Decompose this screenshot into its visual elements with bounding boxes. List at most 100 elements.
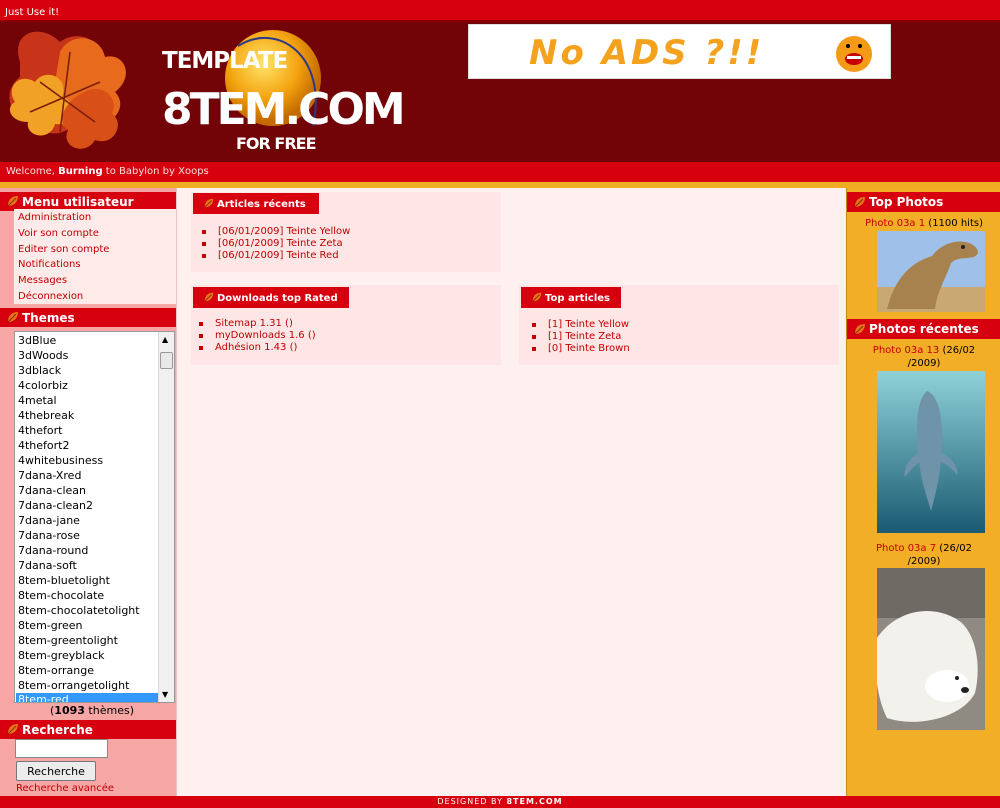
downloads-title: Downloads top Rated: [217, 293, 338, 304]
theme-option[interactable]: 8tem-bluetolight: [18, 574, 158, 589]
menu-item-voir-compte[interactable]: Voir son compte: [18, 228, 99, 239]
theme-option[interactable]: 8tem-orrange: [18, 664, 158, 679]
site-footer: DESIGNED BY 8TEM.COM: [0, 796, 1000, 808]
theme-option[interactable]: 7dana-clean2: [18, 499, 158, 514]
recent-photo-date: /2009): [907, 556, 941, 567]
scroll-down-arrow-icon[interactable]: ▼: [162, 690, 168, 699]
theme-option[interactable]: 3dBlue: [18, 334, 158, 349]
top-article-link[interactable]: [1] Teinte Yellow: [531, 319, 629, 330]
top-article-link[interactable]: [1] Teinte Zeta: [531, 331, 621, 342]
footer-prefix: DESIGNED BY: [437, 797, 503, 806]
recent-article-link[interactable]: [06/01/2009] Teinte Zeta: [202, 238, 343, 249]
theme-count: (1093 thèmes): [50, 704, 134, 717]
scroll-up-arrow-icon[interactable]: ▲: [162, 335, 168, 344]
theme-option[interactable]: 7dana-jane: [18, 514, 158, 529]
search-button[interactable]: Recherche: [16, 761, 96, 781]
search-title: Recherche: [22, 723, 93, 737]
theme-option[interactable]: 4thefort2: [18, 439, 158, 454]
menu-item-editer-compte[interactable]: Editer son compte: [18, 244, 109, 255]
footer-brand-link[interactable]: 8TEM.COM: [506, 797, 562, 806]
recent-photo-date: /2009): [907, 358, 941, 369]
recent-photos-title-bar: Photos récentes: [847, 319, 1000, 339]
theme-option[interactable]: 4metal: [18, 394, 158, 409]
recent-photo-link[interactable]: Photo 03a 7: [876, 543, 936, 554]
theme-select-list[interactable]: 3dBlue 3dWoods 3dblack 4colorbiz 4metal …: [14, 331, 175, 703]
leaf-icon: [6, 722, 20, 736]
welcome-prefix: Welcome,: [6, 166, 55, 177]
theme-list-scrollbar[interactable]: ▲ ▼: [158, 332, 174, 702]
downloads-title-bar: Downloads top Rated: [193, 287, 349, 308]
user-menu-title: Menu utilisateur: [22, 195, 134, 209]
left-sidebar: Menu utilisateur Administration Voir son…: [0, 188, 176, 796]
polar-bear-photo[interactable]: [877, 568, 985, 730]
theme-count-number: 1093: [54, 704, 85, 717]
theme-option[interactable]: 3dblack: [18, 364, 158, 379]
menu-item-deconnexion[interactable]: Déconnexion: [18, 291, 83, 302]
download-link[interactable]: Adhésion 1.43 (): [198, 342, 297, 353]
ad-banner[interactable]: No ADS ?!!: [468, 24, 891, 79]
theme-option[interactable]: 7dana-round: [18, 544, 158, 559]
theme-option[interactable]: 7dana-Xred: [18, 469, 158, 484]
leaf-icon: [853, 195, 867, 209]
theme-option-selected[interactable]: 8tem-red: [16, 693, 158, 702]
theme-option[interactable]: 4whitebusiness: [18, 454, 158, 469]
recent-articles-title: Articles récents: [217, 199, 306, 210]
theme-option[interactable]: 8tem-greentolight: [18, 634, 158, 649]
theme-option[interactable]: 7dana-soft: [18, 559, 158, 574]
recent-photo-caption: Photo 03a 13 (26/02 /2009): [847, 344, 1000, 370]
ad-banner-text: No ADS ?!!: [529, 33, 765, 73]
theme-option[interactable]: 4thefort: [18, 424, 158, 439]
menu-item-administration[interactable]: Administration: [18, 212, 91, 223]
download-link[interactable]: Sitemap 1.31 (): [199, 318, 293, 329]
recent-articles-title-bar: Articles récents: [193, 193, 319, 214]
theme-option[interactable]: 8tem-chocolatetolight: [18, 604, 158, 619]
theme-option[interactable]: 8tem-green: [18, 619, 158, 634]
welcome-text: Welcome, Burning to Babylon by Xoops: [6, 166, 209, 177]
recent-article-link[interactable]: [06/01/2009] Teinte Red: [202, 250, 339, 261]
recent-photo-link[interactable]: Photo 03a 13: [873, 345, 939, 356]
camel-photo[interactable]: [877, 231, 985, 312]
leaf-icon: [203, 291, 215, 303]
top-bar: Just Use it!: [0, 0, 1000, 22]
menu-item-notifications[interactable]: Notifications: [18, 259, 81, 270]
theme-option[interactable]: 7dana-clean: [18, 484, 158, 499]
logo-main-text: 8TEM.COM: [162, 84, 406, 135]
leaf-icon: [203, 197, 215, 209]
recent-photo-date: (26/02: [939, 543, 973, 554]
scrollbar-thumb[interactable]: [160, 352, 173, 369]
menu-item-messages[interactable]: Messages: [18, 275, 67, 286]
welcome-suffix: to Babylon by Xoops: [105, 166, 209, 177]
welcome-username: Burning: [58, 166, 103, 177]
search-title-bar: Recherche: [0, 720, 176, 739]
theme-option[interactable]: 8tem-chocolate: [18, 589, 158, 604]
top-article-link[interactable]: [0] Teinte Brown: [532, 343, 630, 354]
logo-sub-text: FOR FREE: [236, 134, 317, 153]
leaf-icon: [6, 310, 20, 324]
recent-article-link[interactable]: [06/01/2009] Teinte Yellow: [201, 226, 350, 237]
top-photo-caption: Photo 03a 1 (1100 hits): [847, 217, 1000, 230]
top-photos-title-bar: Top Photos: [847, 192, 1000, 212]
theme-option[interactable]: 3dWoods: [18, 349, 158, 364]
site-logo[interactable]: TEMPLATE 8TEM.COM FOR FREE: [158, 26, 406, 156]
leaf-icon: [853, 322, 867, 336]
advanced-search-link[interactable]: Recherche avancée: [16, 783, 114, 794]
shocked-face-icon: [836, 36, 872, 72]
download-link[interactable]: myDownloads 1.6 (): [199, 330, 316, 341]
theme-count-suffix: thèmes: [88, 704, 130, 717]
theme-option[interactable]: 8tem-greyblack: [18, 649, 158, 664]
autumn-leaves-icon: [9, 31, 126, 149]
site-header: TEMPLATE 8TEM.COM FOR FREE No ADS ?!!: [0, 22, 1000, 162]
themes-title-bar: Themes: [0, 308, 176, 327]
leaf-icon: [6, 194, 20, 208]
leaf-icon: [531, 291, 543, 303]
recent-photo-date: (26/02: [942, 345, 976, 356]
theme-option[interactable]: 8tem-orrangetolight: [18, 679, 158, 694]
theme-option[interactable]: 4colorbiz: [18, 379, 158, 394]
right-sidebar: Top Photos Photo 03a 1 (1100 hits) Photo…: [846, 188, 1000, 796]
top-photo-hits: (1100 hits): [928, 218, 983, 229]
theme-option[interactable]: 7dana-rose: [18, 529, 158, 544]
theme-option[interactable]: 4thebreak: [18, 409, 158, 424]
top-photo-link[interactable]: Photo 03a 1: [865, 218, 925, 229]
dolphin-photo[interactable]: [877, 371, 985, 533]
search-input[interactable]: [15, 739, 108, 758]
